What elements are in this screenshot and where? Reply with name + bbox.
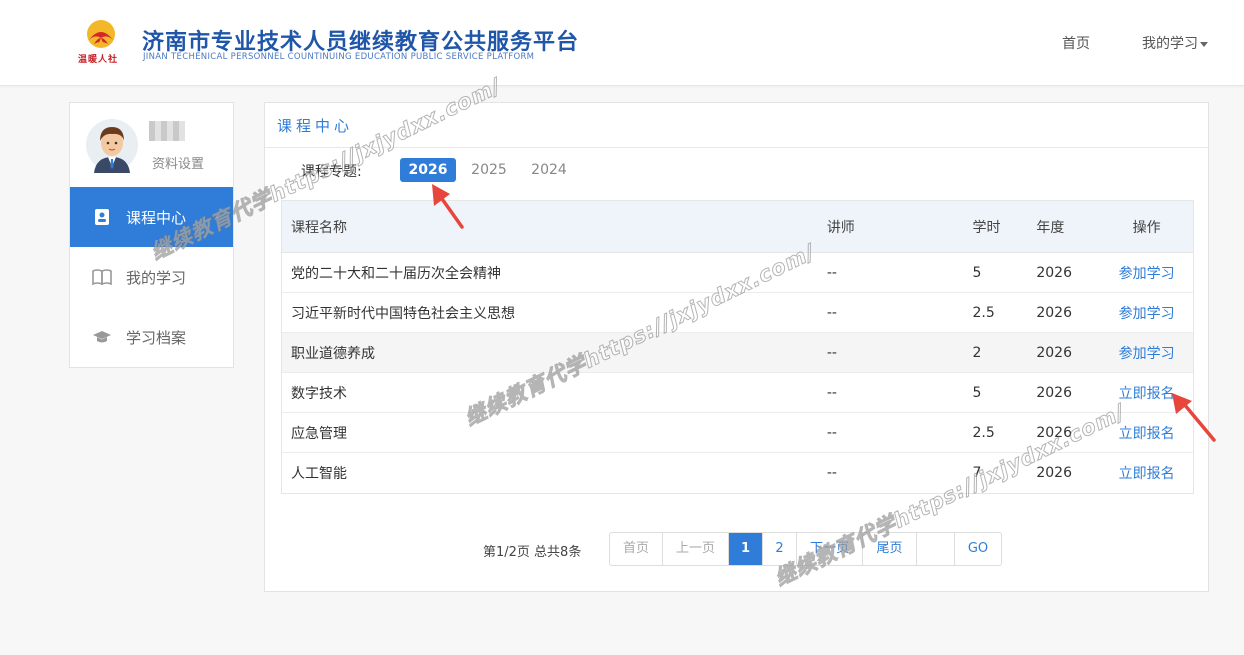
table-row: 应急管理 -- 2.5 2026 立即报名: [282, 413, 1193, 453]
pagination: 首页 上一页 1 2 下一页 尾页 GO: [609, 532, 1002, 566]
join-study-link[interactable]: 参加学习: [1119, 306, 1175, 322]
pagination-page-2[interactable]: 2: [763, 533, 797, 565]
course-teacher: --: [826, 465, 837, 481]
course-name: 党的二十大和二十届历次全会精神: [291, 265, 501, 282]
course-name: 应急管理: [291, 425, 347, 442]
table-header: 课程名称 讲师 学时 年度 操作: [282, 201, 1193, 253]
site-logo[interactable]: 温暖人社: [76, 18, 126, 66]
enroll-now-link[interactable]: 立即报名: [1119, 386, 1175, 402]
course-year: 2026: [1036, 465, 1072, 481]
pagination-page-1[interactable]: 1: [729, 533, 763, 565]
course-name: 数字技术: [291, 385, 347, 402]
course-hours: 2.5: [972, 424, 995, 441]
join-study-link[interactable]: 参加学习: [1119, 346, 1175, 362]
pagination-page-input[interactable]: [917, 533, 955, 565]
course-year: 2026: [1036, 304, 1072, 321]
year-tab-2024[interactable]: 2024: [528, 158, 570, 182]
nav-home-link[interactable]: 首页: [1062, 33, 1090, 53]
sidebar-item-study-archive[interactable]: 学习档案: [70, 307, 233, 367]
table-row: 党的二十大和二十届历次全会精神 -- 5 2026 参加学习: [282, 253, 1193, 293]
course-year: 2026: [1036, 264, 1072, 281]
graduation-cap-icon: [92, 327, 112, 347]
course-table: 课程名称 讲师 学时 年度 操作 党的二十大和二十届历次全会精神 -- 5 20…: [281, 200, 1194, 494]
sidebar-item-label: 课程中心: [126, 208, 187, 227]
course-year: 2026: [1036, 344, 1072, 361]
course-year: 2026: [1036, 384, 1072, 401]
course-teacher: --: [826, 264, 837, 281]
sidebar-item-course-center[interactable]: 课程中心: [70, 187, 233, 247]
course-teacher: --: [826, 384, 837, 401]
nav-my-study-label: 我的学习: [1142, 36, 1198, 52]
pagination-info: 第1/2页 总共8条: [483, 545, 582, 560]
logo-text: 温暖人社: [78, 55, 119, 65]
nav-my-study-dropdown[interactable]: 我的学习: [1142, 33, 1208, 53]
pagination-go-button[interactable]: GO: [955, 533, 1001, 565]
join-study-link[interactable]: 参加学习: [1119, 266, 1175, 282]
course-name: 习近平新时代中国特色社会主义思想: [291, 305, 515, 322]
table-row: 人工智能 -- 7 2026 立即报名: [282, 453, 1193, 493]
blurred-username: [149, 121, 185, 141]
course-hours: 2.5: [972, 304, 995, 321]
sidebar-item-my-study[interactable]: 我的学习: [70, 247, 233, 307]
course-hours: 5: [972, 384, 982, 401]
header-teacher: 讲师: [826, 219, 855, 236]
pagination-first-button[interactable]: 首页: [610, 533, 663, 565]
caret-down-icon: [1200, 41, 1208, 47]
enroll-now-link[interactable]: 立即报名: [1119, 426, 1175, 442]
enroll-now-link[interactable]: 立即报名: [1119, 466, 1175, 482]
contact-card-icon: [92, 207, 112, 227]
course-name: 人工智能: [291, 466, 347, 482]
header-action: 操作: [1132, 219, 1161, 236]
course-hours: 2: [972, 344, 982, 361]
header-course-name: 课程名称: [291, 219, 347, 236]
sidebar: 资料设置 课程中心 我的学习 学习档案: [69, 102, 234, 368]
user-avatar[interactable]: [86, 117, 138, 173]
pagination-prev-button[interactable]: 上一页: [663, 533, 729, 565]
course-teacher: --: [826, 304, 837, 321]
avatar-man-icon: [86, 119, 138, 173]
sidebar-item-label: 我的学习: [126, 268, 187, 287]
site-header: 温暖人社 济南市专业技术人员继续教育公共服务平台 JINAN TECHENICA…: [0, 0, 1244, 86]
header-year: 年度: [1036, 219, 1065, 236]
open-book-icon: [92, 267, 112, 287]
course-teacher: --: [826, 344, 837, 361]
course-center-panel: 课程中心 课程专题: 2026 2025 2024 课程名称 讲师 学时 年度 …: [264, 102, 1209, 592]
year-tab-2026[interactable]: 2026: [400, 158, 456, 182]
course-teacher: --: [826, 424, 837, 441]
topic-label: 课程专题:: [301, 164, 362, 180]
year-tab-2025[interactable]: 2025: [468, 158, 510, 182]
table-row: 职业道德养成 -- 2 2026 参加学习: [282, 333, 1193, 373]
divider: [265, 147, 1208, 148]
pagination-next-button[interactable]: 下一页: [797, 533, 863, 565]
table-row: 习近平新时代中国特色社会主义思想 -- 2.5 2026 参加学习: [282, 293, 1193, 333]
panel-title: 课程中心: [277, 117, 354, 135]
site-subtitle: JINAN TECHENICAL PERSONNEL COUNTINUING E…: [143, 52, 535, 62]
course-hours: 7: [972, 465, 982, 481]
pagination-last-button[interactable]: 尾页: [863, 533, 917, 565]
profile-settings-link[interactable]: 资料设置: [152, 153, 204, 172]
header-hours: 学时: [972, 219, 1001, 236]
table-row: 数字技术 -- 5 2026 立即报名: [282, 373, 1193, 413]
course-hours: 5: [972, 264, 982, 281]
course-year: 2026: [1036, 424, 1072, 441]
sidebar-item-label: 学习档案: [126, 328, 187, 347]
course-name: 职业道德养成: [291, 345, 375, 362]
